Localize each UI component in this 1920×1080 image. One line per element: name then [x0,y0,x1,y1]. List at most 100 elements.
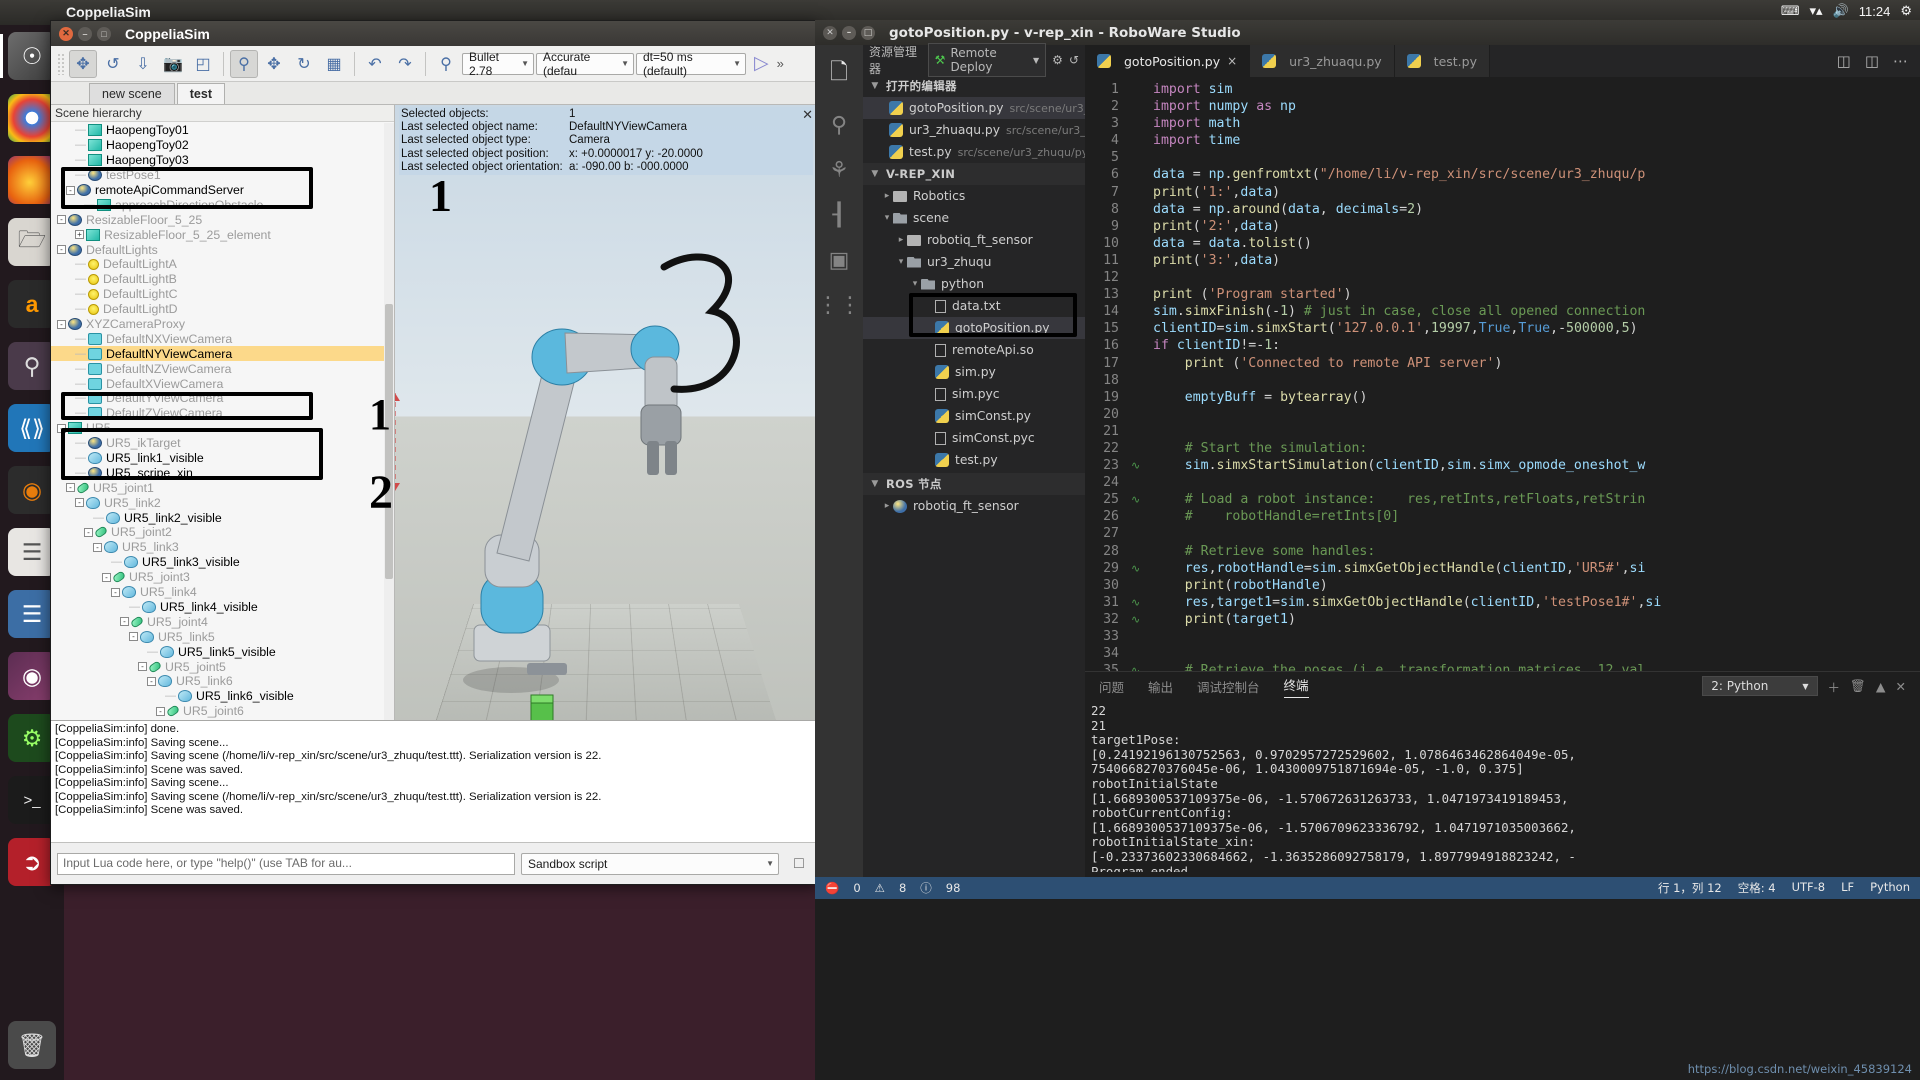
code-line[interactable]: 10data = data.tolist() [1085,235,1920,252]
code-line[interactable]: 34 [1085,645,1920,662]
encoding-setting[interactable]: UTF-8 [1792,880,1826,896]
explorer-tab-label[interactable]: 资源管理器 [869,43,922,77]
start-simulation-button[interactable]: ▷ [754,52,769,75]
bulb-icon[interactable]: ⚲ [432,50,460,78]
code-line[interactable]: 13print ('Program started') [1085,286,1920,303]
code-line[interactable]: 18 [1085,372,1920,389]
collapse-icon[interactable]: - [66,186,75,195]
hierarchy-row[interactable]: -UR5_link5 [51,629,394,644]
ros-nodes-section[interactable]: ▼ ROS 节点 [863,473,1085,495]
ros-tree[interactable]: ▸robotiq_ft_sensor [863,495,1085,517]
hierarchy-row[interactable]: -UR5_joint3 [51,570,394,585]
power-icon[interactable]: ⚙ [1900,3,1912,19]
code-line[interactable]: 2import numpy as np [1085,98,1920,115]
hierarchy-row[interactable]: -UR5_link6 [51,674,394,689]
code-line[interactable]: 6data = np.genfromtxt("/home/li/v-rep_xi… [1085,166,1920,183]
panel-tab-output[interactable]: 输出 [1148,677,1173,696]
eol-setting[interactable]: LF [1841,880,1854,896]
hierarchy-row[interactable]: —DefaultLightD [51,302,394,317]
code-line[interactable]: 9print('2:',data) [1085,218,1920,235]
coppeliasim-statusbar[interactable]: Input Lua code here, or type "help()" (u… [51,842,819,884]
object-shift-icon[interactable]: ✥ [69,50,97,78]
cursor-position[interactable]: 行 1，列 12 [1658,880,1722,896]
split-editor-icon[interactable]: ◫ [1837,52,1851,70]
scene-tab-test[interactable]: test [177,83,225,104]
close-panel-icon[interactable]: ✕ [1896,679,1906,694]
network-icon[interactable]: ▾▴ [1810,3,1823,19]
hierarchy-row[interactable]: -UR5_link3 [51,540,394,555]
statusbar-expand-icon[interactable]: □ [785,850,813,878]
hierarchy-row[interactable]: —DefaultNYViewCamera [51,346,394,361]
code-line[interactable]: 35∿ # Retrieve the poses (i.e. transform… [1085,662,1920,671]
physics-engine-select[interactable]: Bullet 2.78 ▼ [462,53,534,75]
code-line[interactable]: 17 print ('Connected to remote API serve… [1085,355,1920,372]
translate-z-icon[interactable]: ⇩ [129,50,157,78]
hierarchy-row[interactable]: —UR5_link1_visible [51,451,394,466]
code-line[interactable]: 33 [1085,628,1920,645]
panel-tabs[interactable]: 问题 输出 调试控制台 终端 2: Python ▼ ＋ 🗑 ▲ ✕ [1085,672,1920,700]
minimize-icon[interactable]: – [842,26,856,40]
select-object-icon[interactable]: ◰ [189,50,217,78]
coppeliasim-log[interactable]: [CoppeliaSim:info] done.[CoppeliaSim:inf… [51,720,819,842]
code-line[interactable]: 29∿ res,robotHandle=sim.simxGetObjectHan… [1085,560,1920,577]
gear-icon[interactable]: ⚙ [1052,53,1063,67]
panel-tab-debug-console[interactable]: 调试控制台 [1197,677,1260,696]
hierarchy-row[interactable]: +ResizableFloor_5_25_element [51,227,394,242]
hierarchy-row[interactable]: -UR5_joint5 [51,659,394,674]
info-icon[interactable]: ⓘ [920,880,932,896]
hierarchy-row[interactable]: —DefaultLightA [51,257,394,272]
rw-window-buttons[interactable]: ✕ – □ [823,26,875,40]
panel-tab-terminal[interactable]: 终端 [1284,675,1309,698]
hierarchy-row[interactable]: -UR5_link2 [51,495,394,510]
collapse-icon[interactable]: - [156,707,165,716]
hierarchy-row[interactable]: -UR5_link4 [51,585,394,600]
editor-tab-actions[interactable]: ◫ ◫ ⋯ [1825,45,1920,77]
terminal-selector[interactable]: 2: Python ▼ [1702,676,1817,696]
hierarchy-row[interactable]: —UR5_link5_visible [51,644,394,659]
hierarchy-row[interactable]: -ResizableFloor_5_25 [51,212,394,227]
code-line[interactable]: 22 # Start the simulation: [1085,440,1920,457]
file-tree-item[interactable]: ▾ur3_zhuqu [863,251,1085,273]
hierarchy-row[interactable]: —DefaultYViewCamera [51,391,394,406]
terminal-output[interactable]: 2221target1Pose:[0.24192196130752563, 0.… [1085,700,1920,872]
collapse-icon[interactable]: - [75,498,84,507]
chevron-down-icon[interactable]: ▾ [881,213,893,223]
collapse-icon[interactable]: - [111,588,120,597]
volume-icon[interactable]: 🔊 [1833,3,1849,19]
collapse-icon[interactable]: - [57,215,66,224]
code-line[interactable]: 14sim.simxFinish(-1) # just in case, clo… [1085,303,1920,320]
code-line[interactable]: 11print('3:',data) [1085,252,1920,269]
file-tree[interactable]: ▸Robotics▾scene▸robotiq_ft_sensor▾ur3_zh… [863,185,1085,471]
minimize-icon[interactable]: – [78,27,92,41]
hierarchy-row[interactable]: -DefaultLights [51,242,394,257]
lua-input[interactable]: Input Lua code here, or type "help()" (u… [57,853,515,875]
keyboard-icon[interactable]: ⌨ [1781,3,1800,19]
pages-icon[interactable]: ▦ [320,50,348,78]
redo-icon[interactable]: ↷ [391,50,419,78]
code-line[interactable]: 30 print(robotHandle) [1085,577,1920,594]
hierarchy-row[interactable]: —HaopengToy03 [51,153,394,168]
collapse-icon[interactable]: - [129,632,138,641]
chevron-down-icon[interactable]: ▾ [909,279,921,289]
hierarchy-row[interactable]: —UR5_link3_visible [51,555,394,570]
editor-tabs[interactable]: gotoPosition.py × ur3_zhuaqu.py test.py … [1085,45,1920,77]
open-editor-item[interactable]: gotoPosition.pysrc/scene/ur3_zhuqu/p... [863,97,1085,119]
undo-icon[interactable]: ↶ [361,50,389,78]
collapse-icon[interactable]: - [57,245,66,254]
camera-icon[interactable]: 📷 [159,50,187,78]
hierarchy-row[interactable]: -UR5_joint6 [51,704,394,719]
close-view-icon[interactable]: ✕ [802,107,813,123]
collapse-icon[interactable]: - [147,677,156,686]
chevron-down-icon[interactable]: ▾ [895,257,907,267]
editor-tab-ur3zhuaqu[interactable]: ur3_zhuaqu.py [1250,45,1395,77]
extensions-icon[interactable]: ▣ [829,248,850,273]
accuracy-select[interactable]: Accurate (defau ▼ [536,53,634,75]
file-tree-item[interactable]: ▸robotiq_ft_sensor [863,495,1085,517]
maximize-icon[interactable]: □ [861,26,875,40]
close-icon[interactable]: ✕ [823,26,837,40]
open-editor-item[interactable]: test.pysrc/scene/ur3_zhuqu/python [863,141,1085,163]
click-select-icon[interactable]: ⚲ [230,50,258,78]
code-line[interactable]: 5 [1085,149,1920,166]
hierarchy-row[interactable]: —DefaultXViewCamera [51,376,394,391]
editor-tab-test[interactable]: test.py [1395,45,1490,77]
